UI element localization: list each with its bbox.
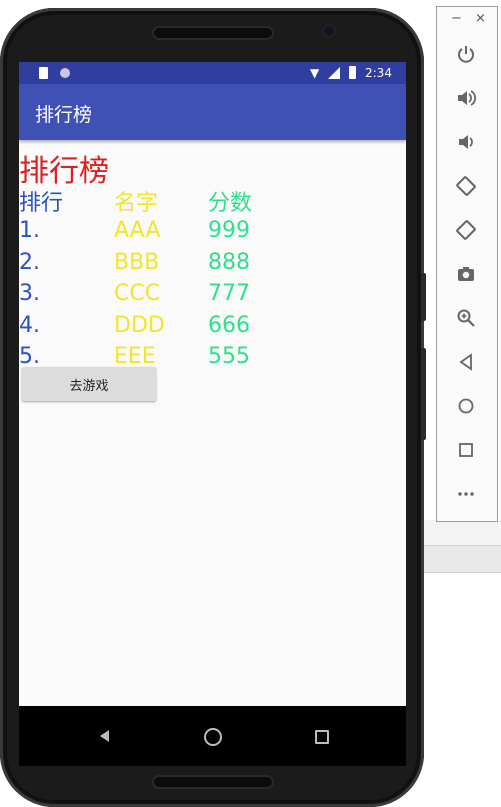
status-time: 2:34: [365, 66, 392, 80]
sd-card-icon: [39, 67, 48, 79]
score-cell: 888: [208, 250, 250, 275]
app-bar-title: 排行榜: [35, 104, 93, 126]
rotate-left-icon[interactable]: [453, 173, 479, 199]
rotate-right-icon[interactable]: [453, 217, 479, 243]
host-window-background: [424, 520, 501, 545]
column-header-rank: 排行: [19, 191, 64, 216]
name-cell: EEE: [114, 344, 156, 369]
back-icon[interactable]: [453, 349, 479, 375]
rank-cell: 5.: [19, 344, 40, 369]
power-icon[interactable]: [453, 41, 479, 67]
wifi-icon: ▼: [310, 66, 320, 80]
zoom-icon[interactable]: [453, 305, 479, 331]
overview-icon[interactable]: [453, 437, 479, 463]
back-icon[interactable]: [100, 730, 109, 742]
column-header-score: 分数: [208, 191, 253, 216]
host-window-divider: [424, 545, 501, 573]
front-camera-icon: [324, 26, 334, 36]
leaderboard-row: 4. DDD 666: [19, 313, 406, 343]
name-cell: DDD: [114, 313, 165, 338]
sync-icon: [60, 68, 70, 78]
leaderboard-heading: 排行榜: [19, 154, 109, 189]
device-power-key[interactable]: [421, 273, 426, 321]
battery-icon: [349, 66, 356, 79]
device-volume-key[interactable]: [421, 348, 426, 440]
score-cell: 666: [208, 313, 250, 338]
rank-cell: 4.: [19, 313, 40, 338]
top-speaker: [152, 26, 274, 40]
home-icon[interactable]: [204, 728, 222, 746]
leaderboard-header-row: 排行 名字 分数: [19, 185, 406, 216]
more-icon[interactable]: [453, 481, 479, 507]
name-cell: AAA: [114, 218, 161, 243]
camera-icon[interactable]: [453, 261, 479, 287]
app-bar: 排行榜: [19, 84, 406, 140]
status-bar: ▼ 2:34: [19, 62, 406, 84]
navigation-bar: [19, 706, 406, 766]
bottom-speaker: [152, 775, 274, 789]
go-game-button[interactable]: 去游戏: [22, 367, 156, 401]
leaderboard-row: 1. AAA 999: [19, 218, 406, 248]
emulator-control-panel: − ×: [436, 6, 498, 522]
volume-down-icon[interactable]: [453, 129, 479, 155]
name-cell: BBB: [114, 250, 160, 275]
signal-icon: [328, 67, 340, 79]
score-cell: 999: [208, 218, 250, 243]
recent-apps-icon[interactable]: [315, 730, 329, 744]
home-icon[interactable]: [453, 393, 479, 419]
volume-up-icon[interactable]: [453, 85, 479, 111]
name-cell: CCC: [114, 281, 161, 306]
rank-cell: 1.: [19, 218, 40, 243]
score-cell: 777: [208, 281, 250, 306]
leaderboard-row: 2. BBB 888: [19, 250, 406, 280]
column-header-name: 名字: [114, 191, 159, 216]
minimize-button[interactable]: −: [451, 11, 462, 26]
leaderboard-row: 3. CCC 777: [19, 281, 406, 311]
app-screen: ▼ 2:34 排行榜 排行榜 排行 名字 分数 1. AAA 999 2. BB…: [19, 62, 406, 706]
rank-cell: 2.: [19, 250, 40, 275]
score-cell: 555: [208, 344, 250, 369]
rank-cell: 3.: [19, 281, 40, 306]
close-button[interactable]: ×: [475, 11, 486, 26]
